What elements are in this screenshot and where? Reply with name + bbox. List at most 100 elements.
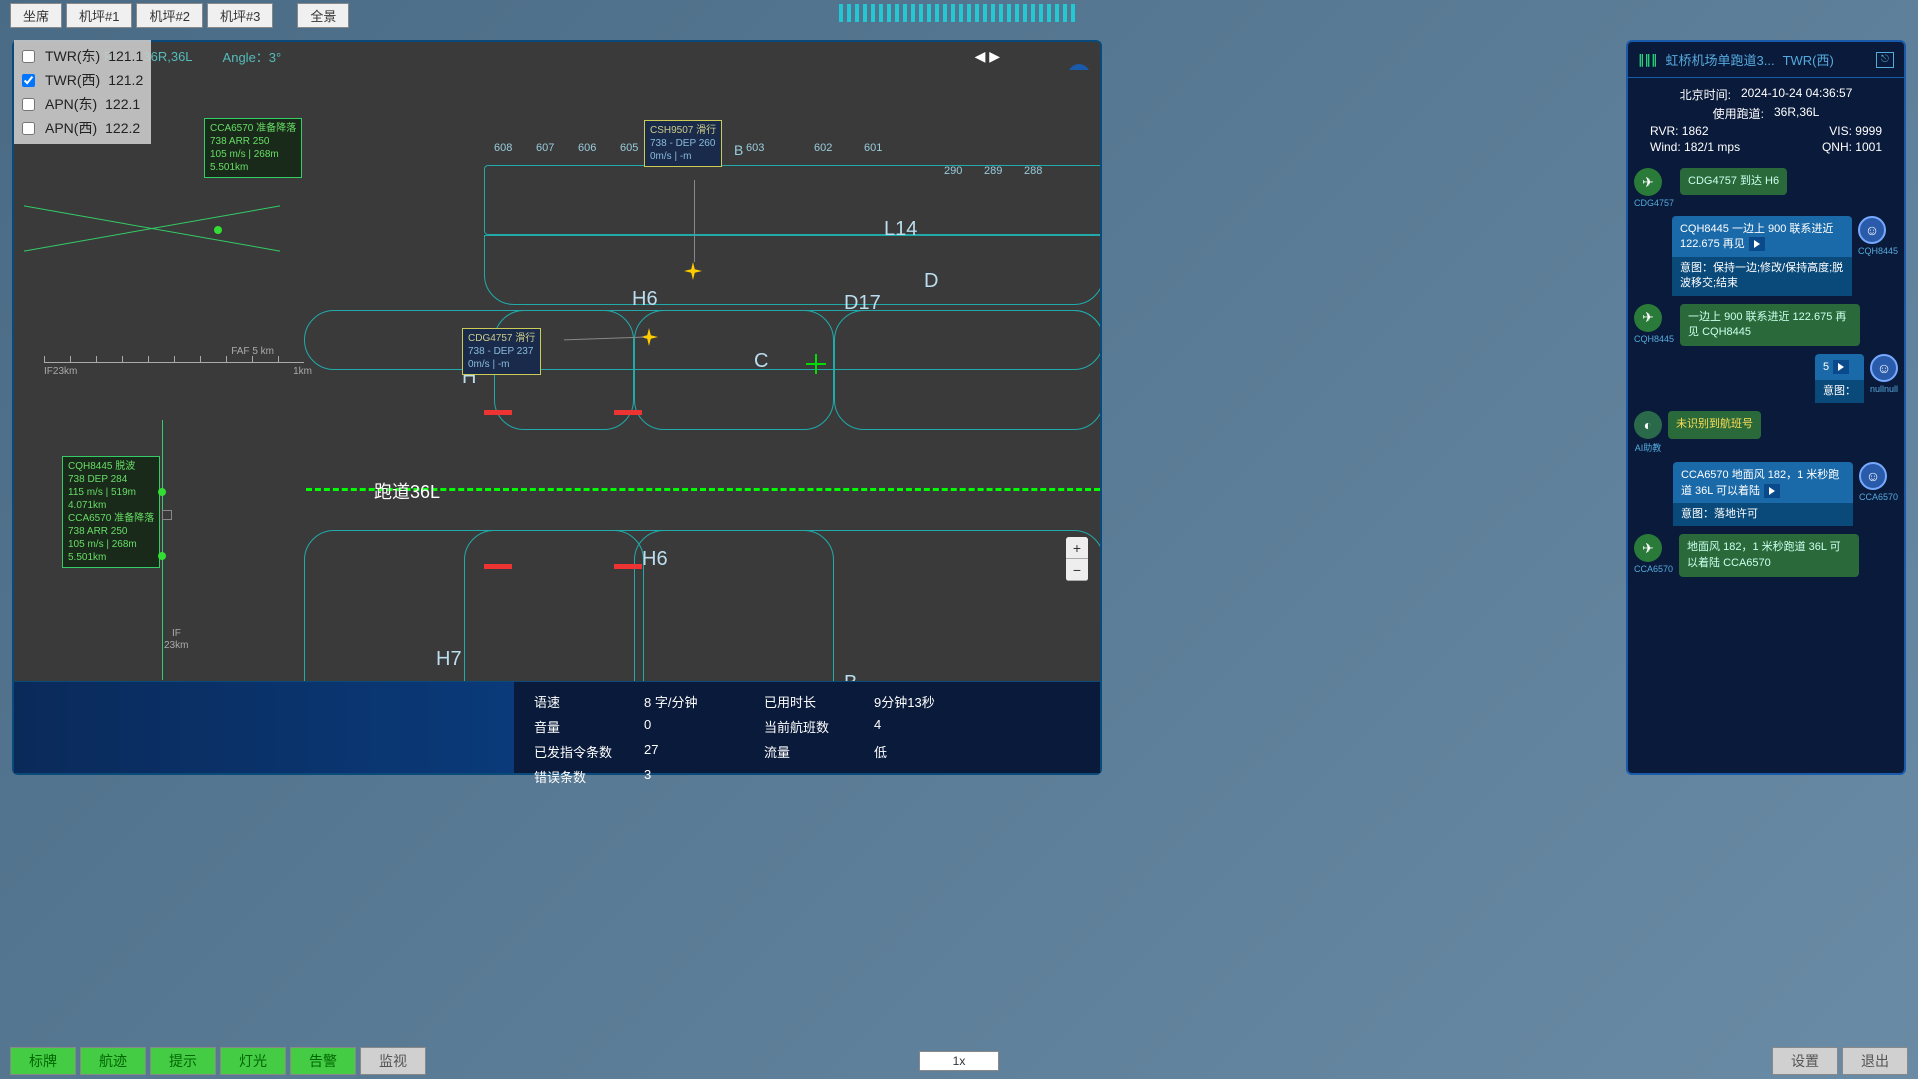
hold-bar	[614, 564, 642, 569]
tag-line: 0m/s | -m	[650, 150, 716, 163]
stat-label: 已用时长	[764, 692, 854, 711]
approach-tag[interactable]: CQH8445 脱波 738 DEP 284 115 m/s | 519m 4.…	[62, 456, 160, 568]
rvr-label: RVR:	[1650, 124, 1678, 138]
stand-num: 601	[864, 142, 882, 154]
panorama-button[interactable]: 全景	[297, 3, 349, 28]
hold-bar	[484, 410, 512, 415]
chat-bubble: CCA6570 地面风 182，1 米秒跑道 36L 可以着陆意图：落地许可	[1673, 462, 1853, 526]
stand-num: 607	[536, 142, 554, 154]
plane-avatar-icon: ✈	[1634, 168, 1662, 196]
tag-line: 105 m/s | 268m	[68, 538, 154, 551]
alarm-button[interactable]: 告警	[290, 1047, 356, 1075]
scale-km: 1km	[293, 366, 312, 377]
radar-canvas[interactable]: 608 607 606 605 604 603 602 601 290 289 …	[14, 70, 1100, 681]
twr-west-checkbox[interactable]	[22, 74, 35, 87]
stand-num: 605	[620, 142, 638, 154]
approach-dot-icon	[158, 488, 166, 496]
wind-value: 182/1 mps	[1684, 140, 1740, 154]
light-button[interactable]: 灯光	[220, 1047, 286, 1075]
rvr-value: 1862	[1682, 124, 1709, 138]
atc-avatar-icon: ☺	[1859, 462, 1887, 490]
freq-val: 121.1	[108, 48, 143, 64]
stand-num: 606	[578, 142, 596, 154]
callsign-label: CQH8445	[1858, 246, 1898, 256]
time-value: 2024-10-24 04:36:57	[1741, 86, 1852, 103]
leader-line	[694, 180, 695, 262]
stand-num: 289	[984, 165, 1002, 177]
atc-avatar-icon: ☺	[1858, 216, 1886, 244]
approach-tag[interactable]: CCA6570 准备降落 738 ARR 250 105 m/s | 268m …	[204, 118, 302, 178]
vis-label: VIS:	[1829, 124, 1852, 138]
comms-panel: ∥∥∥ 虹桥机场单跑道3... TWR(西) ⎋ 北京时间:2024-10-24…	[1626, 40, 1906, 775]
vis-value: 9999	[1855, 124, 1882, 138]
plane-avatar-icon: ✈	[1634, 534, 1662, 562]
speed-selector[interactable]: 1x	[919, 1051, 999, 1071]
ai-avatar-icon: ◐	[1634, 411, 1662, 439]
play-audio-icon[interactable]	[1764, 484, 1780, 498]
apn-west-checkbox[interactable]	[22, 122, 35, 135]
tag-line: 115 m/s | 519m	[68, 486, 154, 499]
twy-label: D	[924, 270, 938, 293]
rwy-value: 36R,36L	[1774, 105, 1819, 122]
chat-bubble: 一边上 900 联系进近 122.675 再见 CQH8445	[1680, 304, 1860, 347]
stat-value: 4	[874, 717, 974, 736]
tag-line: 4.071km	[68, 499, 154, 512]
apn-east-checkbox[interactable]	[22, 98, 35, 111]
stats-visual	[14, 682, 514, 773]
chat-bubble: 5意图：	[1815, 354, 1864, 403]
scale-bar: IF23km FAF 5 km 1km	[44, 362, 304, 363]
intent-label: 意图：落地许可	[1673, 503, 1853, 526]
angle-label: Angle：3°	[223, 47, 282, 66]
settings-button[interactable]: 设置	[1772, 1047, 1838, 1075]
tag-button[interactable]: 标牌	[10, 1047, 76, 1075]
exit-panel-icon[interactable]: ⎋	[1876, 52, 1894, 68]
stat-value: 3	[644, 767, 744, 786]
flight-tag[interactable]: CDG4757 滑行 738 - DEP 237 0m/s | -m	[462, 328, 541, 375]
apron1-button[interactable]: 机坪#1	[66, 3, 132, 28]
play-audio-icon[interactable]	[1833, 360, 1849, 374]
tag-line: 738 DEP 284	[68, 473, 154, 486]
chat-log[interactable]: ✈CDG4757 CDG4757 到达 H6 ☺CQH8445 CQH8445 …	[1628, 162, 1904, 773]
twy-label: B	[844, 672, 857, 681]
twr-east-checkbox[interactable]	[22, 50, 35, 63]
playback-controls[interactable]: ◀ ▶	[975, 48, 1000, 65]
qnh-value: 1001	[1855, 140, 1882, 154]
zoom-in-button[interactable]: +	[1066, 537, 1088, 559]
flight-tag[interactable]: CSH9507 滑行 738 - DEP 260 0m/s | -m	[644, 120, 722, 167]
atc-avatar-icon: ☺	[1870, 354, 1898, 382]
position-label: TWR(西)	[1783, 50, 1834, 69]
stand-num: 288	[1024, 165, 1042, 177]
time-label: 北京时间:	[1680, 86, 1731, 103]
stand-num: 602	[814, 142, 832, 154]
freq-val: 122.2	[105, 120, 140, 136]
stat-label: 当前航班数	[764, 717, 854, 736]
seat-button[interactable]: 坐席	[10, 3, 62, 28]
callsign-label: CCA6570	[1634, 564, 1673, 574]
chat-bubble: 未识别到航班号	[1668, 411, 1761, 438]
plane-avatar-icon: ✈	[1634, 304, 1662, 332]
twy-label: B	[734, 142, 743, 158]
tag-line: CSH9507 滑行	[650, 124, 716, 137]
play-audio-icon[interactable]	[1749, 237, 1765, 251]
hint-button[interactable]: 提示	[150, 1047, 216, 1075]
track-button[interactable]: 航迹	[80, 1047, 146, 1075]
twy-label: L14	[884, 218, 917, 241]
exit-button[interactable]: 退出	[1842, 1047, 1908, 1075]
watch-button[interactable]: 监视	[360, 1047, 426, 1075]
stand-num: 603	[746, 142, 764, 154]
tag-line: 5.501km	[210, 161, 296, 174]
twy-label: C	[754, 350, 768, 373]
stat-value: 27	[644, 742, 744, 761]
audio-pulse-icon	[839, 4, 1079, 22]
tag-line: CDG4757 滑行	[468, 332, 535, 345]
scale-if: IF23km	[44, 366, 77, 377]
twy-label: H7	[436, 648, 462, 671]
stats-bar: 语速8 字/分钟 已用时长9分钟13秒 音量0 当前航班数4 已发指令条数27 …	[14, 681, 1100, 773]
stat-label: 语速	[534, 692, 624, 711]
apron2-button[interactable]: 机坪#2	[136, 3, 202, 28]
intent-label: 意图：保持一边;修改/保持高度;脱波移交;结束	[1672, 257, 1852, 296]
if-dist: 23km	[164, 640, 188, 651]
stand-num: 608	[494, 142, 512, 154]
zoom-out-button[interactable]: −	[1066, 559, 1088, 581]
apron3-button[interactable]: 机坪#3	[207, 3, 273, 28]
